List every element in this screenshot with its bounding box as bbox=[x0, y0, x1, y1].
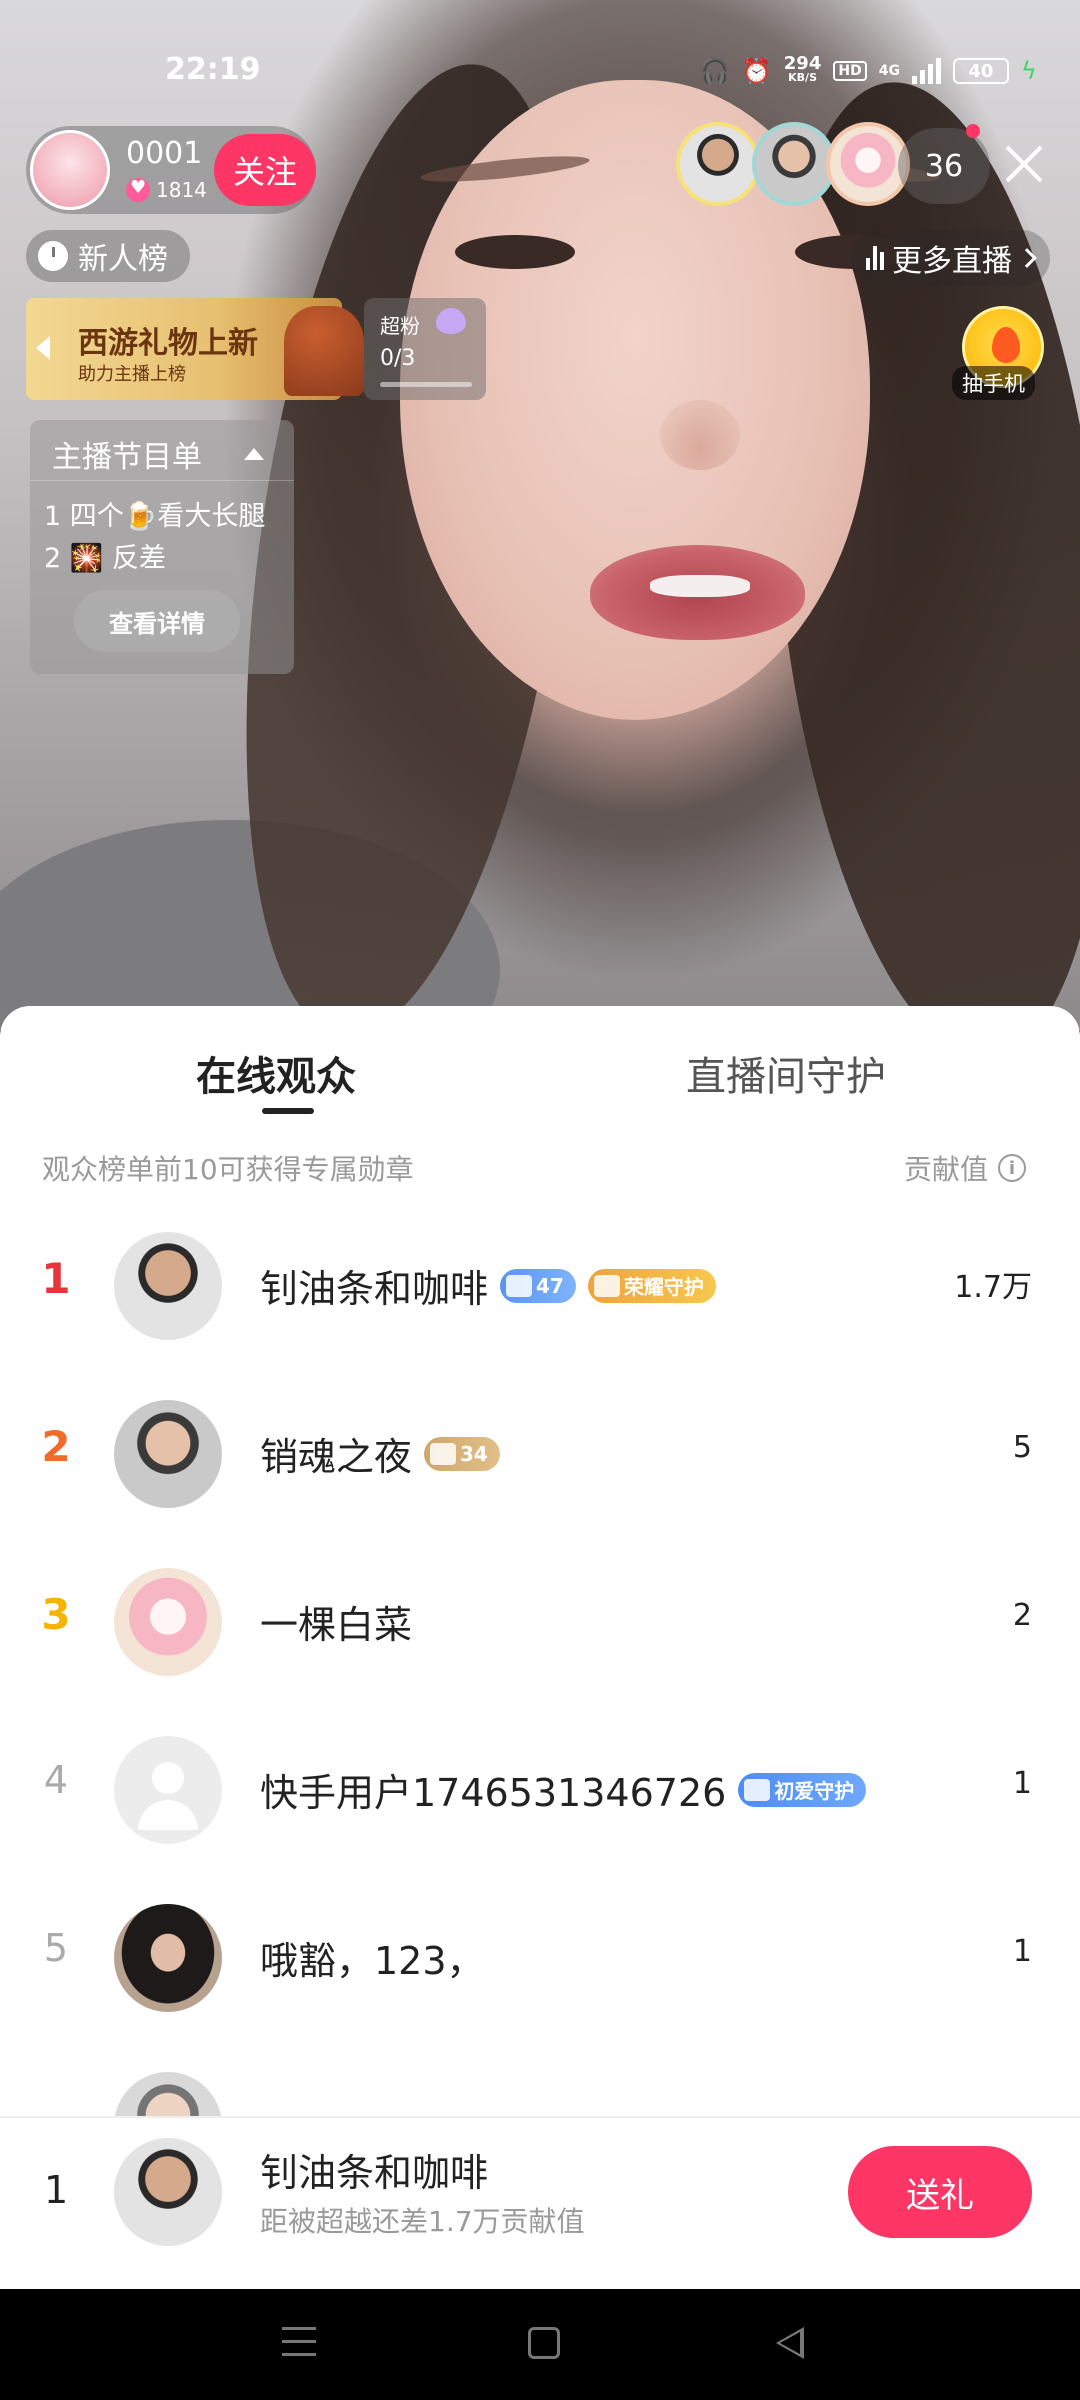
contribution-score: 1 bbox=[1012, 1934, 1032, 1969]
contribution-score: 1.7万 bbox=[954, 1270, 1032, 1305]
send-gift-button[interactable]: 送礼 bbox=[848, 2146, 1032, 2238]
avatar[interactable] bbox=[114, 1232, 222, 1340]
box-icon bbox=[430, 1442, 457, 1465]
notification-dot bbox=[966, 124, 980, 138]
collapse-icon[interactable] bbox=[244, 448, 264, 460]
close-icon[interactable] bbox=[1000, 140, 1048, 188]
program-item: 1 四个🍺看大长腿 bbox=[44, 501, 266, 532]
chevron-right-icon bbox=[1017, 248, 1037, 268]
host-name: 0001 bbox=[126, 136, 203, 171]
contribution-header[interactable]: 贡献值 i bbox=[904, 1148, 1027, 1188]
rank-number: 5 bbox=[43, 1926, 69, 1970]
first-love-guard-badge: 初爱守护 bbox=[738, 1772, 867, 1807]
banner-title: 西游礼物上新 bbox=[78, 326, 258, 361]
audience-row[interactable]: 4 快手用户1746531346726 初爱守护 1 bbox=[0, 1706, 1080, 1874]
alarm-icon: ⏰ bbox=[741, 57, 772, 85]
signal-icon bbox=[911, 58, 941, 84]
charging-icon: ϟ bbox=[1020, 57, 1037, 85]
my-name: 钊油条和咖啡 bbox=[260, 2151, 489, 2195]
follow-button[interactable]: 关注 bbox=[214, 134, 316, 206]
super-fans-card[interactable]: 超粉 0/3 bbox=[364, 298, 486, 400]
tab-indicator bbox=[262, 1108, 314, 1114]
gap-info: 距被超越还差1.7万贡献值 bbox=[260, 2205, 585, 2238]
user-name: 快手用户1746531346726 初爱守护 bbox=[260, 1762, 867, 1817]
super-fans-progress: 0/3 bbox=[380, 346, 416, 371]
user-name: 哦豁，123， bbox=[260, 1939, 485, 1983]
contribution-score: 1 bbox=[1012, 1766, 1032, 1801]
system-nav-bar bbox=[0, 2289, 1080, 2400]
my-rank: 1 bbox=[44, 2168, 69, 2212]
view-details-button[interactable]: 查看详情 bbox=[74, 590, 240, 652]
user-name: 销魂之夜 34 bbox=[260, 1426, 500, 1481]
diamond-icon bbox=[506, 1274, 533, 1297]
audience-row[interactable]: 1 钊油条和咖啡 47 荣耀守护 1.7万 bbox=[0, 1202, 1080, 1370]
audience-row[interactable]: 3 一棵白菜 2 bbox=[0, 1538, 1080, 1706]
host-avatar[interactable] bbox=[30, 130, 110, 210]
more-live-button[interactable]: 更多直播 bbox=[850, 230, 1050, 286]
contribution-score: 5 bbox=[1012, 1430, 1032, 1465]
clock-icon bbox=[38, 241, 68, 271]
honor-guard-badge: 荣耀守护 bbox=[587, 1268, 716, 1303]
rank-number: 4 bbox=[43, 1758, 69, 1802]
headphones-icon: 🎧 bbox=[700, 57, 730, 85]
gift-banner[interactable]: 西游礼物上新 助力主播上榜 bbox=[26, 298, 364, 400]
shield-icon bbox=[744, 1778, 771, 1801]
rank-number: 2 bbox=[41, 1422, 71, 1471]
box-level-badge: 34 bbox=[424, 1436, 500, 1471]
menu-icon[interactable] bbox=[282, 2327, 316, 2361]
status-time: 22:19 bbox=[165, 52, 261, 87]
banner-subtitle: 助力主播上榜 bbox=[78, 364, 186, 385]
tab-online-audience[interactable]: 在线观众 bbox=[196, 1044, 356, 1102]
audience-row[interactable]: 2 销魂之夜 34 5 bbox=[0, 1370, 1080, 1538]
flame-icon bbox=[992, 327, 1020, 363]
super-fans-label: 超粉 bbox=[380, 314, 420, 338]
network-type: 4G bbox=[878, 63, 900, 79]
tab-room-guard[interactable]: 直播间守护 bbox=[686, 1044, 886, 1102]
audience-row[interactable]: 5 哦豁，123， 1 bbox=[0, 1874, 1080, 2042]
hd-icon: HD bbox=[833, 61, 867, 81]
ranking-info: 观众榜单前10可获得专属勋章 bbox=[42, 1153, 414, 1186]
info-icon[interactable]: i bbox=[998, 1154, 1027, 1182]
top-viewer-avatar-1[interactable] bbox=[676, 122, 760, 206]
program-list: 主播节目单 1 四个🍺看大长腿 2 🎇 反差 查看详情 bbox=[30, 420, 294, 674]
audience-sheet: 在线观众 直播间守护 观众榜单前10可获得专属勋章 贡献值 i 1 钊油条和咖啡… bbox=[0, 1006, 1080, 2289]
avatar[interactable] bbox=[114, 1400, 222, 1508]
viewer-count[interactable]: 36 bbox=[898, 128, 990, 204]
rank-number: 3 bbox=[41, 1590, 71, 1639]
default-avatar-icon[interactable] bbox=[114, 1736, 222, 1844]
avatar[interactable] bbox=[114, 1904, 222, 2012]
host-likes: 1814 bbox=[126, 177, 207, 202]
rank-number: 1 bbox=[41, 1254, 71, 1303]
net-speed: 294 KB/S bbox=[783, 53, 822, 85]
new-rank-button[interactable]: 新人榜 bbox=[26, 230, 190, 282]
program-title: 主播节目单 bbox=[52, 440, 202, 475]
my-rank-bar: 1 钊油条和咖啡 距被超越还差1.7万贡献值 送礼 bbox=[0, 2116, 1080, 2288]
arrow-left-icon[interactable] bbox=[36, 336, 50, 360]
program-item: 2 🎇 反差 bbox=[44, 543, 166, 574]
lucky-draw-label: 抽手机 bbox=[952, 366, 1035, 400]
bars-icon bbox=[866, 246, 884, 270]
heart-icon bbox=[126, 177, 150, 202]
user-name: 一棵白菜 bbox=[260, 1603, 413, 1647]
my-avatar[interactable] bbox=[114, 2138, 222, 2246]
avatar[interactable] bbox=[114, 1568, 222, 1676]
diamond-level-badge: 47 bbox=[500, 1268, 576, 1303]
super-fans-bar bbox=[380, 382, 472, 387]
battery-icon: 40 bbox=[952, 58, 1009, 84]
heart-gem-icon bbox=[436, 308, 466, 334]
contribution-score: 2 bbox=[1012, 1598, 1032, 1633]
back-icon[interactable] bbox=[776, 2327, 804, 2359]
top-viewer-avatar-2[interactable] bbox=[752, 122, 836, 206]
crown-icon bbox=[593, 1274, 620, 1297]
home-icon[interactable] bbox=[528, 2327, 560, 2359]
monkey-king-icon bbox=[284, 306, 364, 396]
user-name: 钊油条和咖啡 47 荣耀守护 bbox=[260, 1258, 716, 1313]
status-icons: 🎧 ⏰ 294 KB/S HD 4G 40 ϟ bbox=[700, 52, 1037, 90]
